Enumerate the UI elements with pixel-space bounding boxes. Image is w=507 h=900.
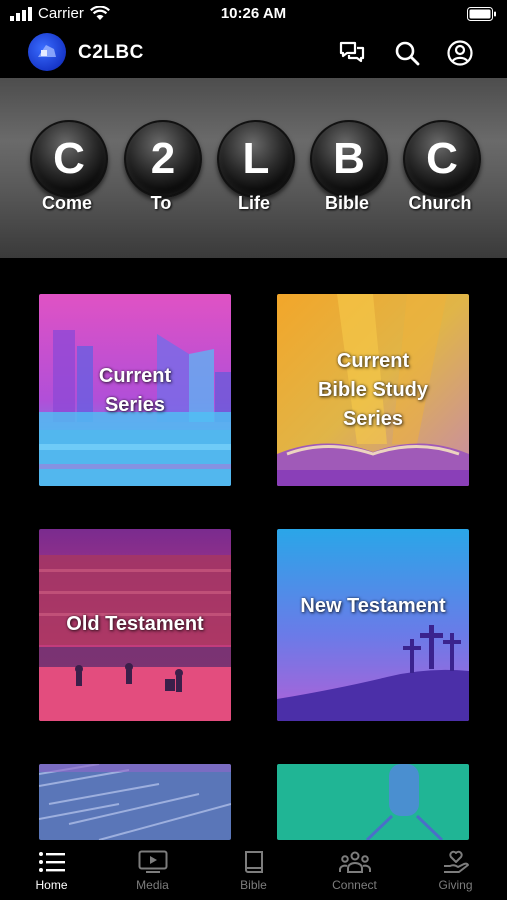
status-bar: Carrier 10:26 AM <box>0 0 507 28</box>
tab-home[interactable]: Home <box>1 840 102 900</box>
tile-label: Current Bible Study Series <box>277 347 469 434</box>
tile-new-testament[interactable]: New Testament <box>277 529 469 721</box>
tile-5[interactable] <box>39 764 231 840</box>
banner-word-church: Church <box>408 193 472 213</box>
battery-icon <box>467 7 496 21</box>
tile-old-testament[interactable]: Old Testament <box>39 529 231 721</box>
tab-giving[interactable]: Giving <box>405 840 506 900</box>
list-icon <box>38 852 65 872</box>
tile-label-line: Old Testament <box>66 613 204 635</box>
profile-icon[interactable] <box>446 39 474 67</box>
banner-ball-2: 2 <box>124 120 202 198</box>
tile-label: Current Series <box>39 362 231 420</box>
tile-label: New Testament <box>277 592 469 621</box>
tile-label-line: Bible Study <box>317 379 428 401</box>
tab-connect[interactable]: Connect <box>304 840 405 900</box>
tile-6[interactable] <box>277 764 469 840</box>
microphone-image <box>277 764 469 840</box>
chat-icon[interactable] <box>338 39 366 67</box>
tile-label-line: Current <box>98 365 172 387</box>
tile-label: Old Testament <box>39 610 231 639</box>
tile-label-line: Series <box>104 394 166 416</box>
book-icon <box>244 851 263 873</box>
tile-current-series[interactable]: Current Series <box>39 294 231 486</box>
banner-ball-c: C <box>30 120 108 198</box>
tile-label-line: Current <box>336 350 410 372</box>
clock: 10:26 AM <box>220 5 287 22</box>
tab-bar: Home Media Bible Connect Giving <box>0 840 507 900</box>
search-icon[interactable] <box>393 39 421 67</box>
tab-label: Home <box>35 878 68 892</box>
app-title: C2LBC <box>78 42 144 63</box>
tile-label-line: Series <box>342 408 404 430</box>
three-crosses-image <box>277 529 469 721</box>
banner-ball-b: B <box>310 120 388 198</box>
straw-image <box>39 764 231 840</box>
tab-bible[interactable]: Bible <box>203 840 304 900</box>
tile-label-line: New Testament <box>300 595 446 617</box>
tab-label: Media <box>136 878 169 892</box>
hand-heart-icon <box>443 850 469 873</box>
c2lbc-banner: C Come 2 To L Life B Bible C Church <box>0 78 507 258</box>
tile-current-bible-study-series[interactable]: Current Bible Study Series <box>277 294 469 486</box>
app-header: C2LBC <box>0 28 507 78</box>
banner-ball-l: L <box>217 120 295 198</box>
tab-media[interactable]: Media <box>102 840 203 900</box>
banner-ball-c2: C <box>403 120 481 198</box>
tab-label: Giving <box>438 878 473 892</box>
group-icon <box>338 851 371 873</box>
tv-play-icon <box>138 850 167 873</box>
tab-label: Bible <box>240 878 267 892</box>
church-logo[interactable] <box>28 33 66 71</box>
tab-label: Connect <box>332 878 377 892</box>
